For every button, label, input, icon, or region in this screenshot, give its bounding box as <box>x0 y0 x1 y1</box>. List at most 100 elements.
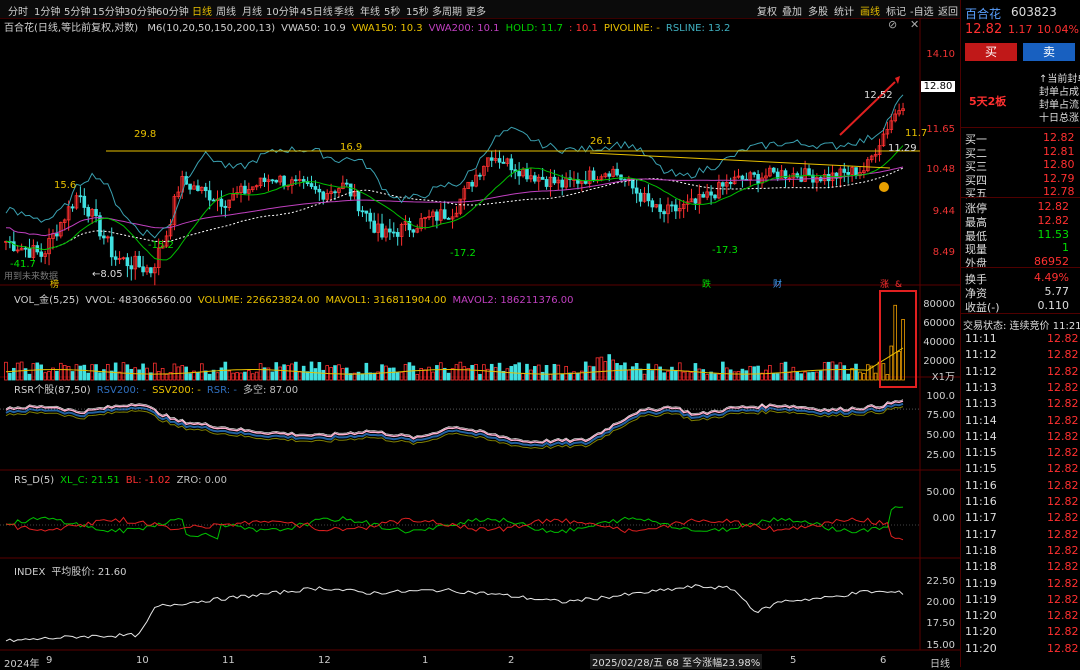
timeframe-6[interactable]: 日线 <box>192 3 212 18</box>
timeframe-3[interactable]: 15分钟 <box>92 3 125 18</box>
legend-item: RSLINE: 13.2 <box>665 23 731 34</box>
toolbar-item-1[interactable]: 叠加 <box>782 3 802 18</box>
tick-time: 11:19 <box>965 576 997 590</box>
candle-body <box>701 194 706 198</box>
toolbar-item-7[interactable]: 返回 <box>938 3 958 18</box>
toolbar-item-5[interactable]: 标记 <box>886 3 906 18</box>
x-axis-label: 2024年 <box>4 659 40 670</box>
volume-bar <box>305 371 310 381</box>
candle-body <box>442 209 447 219</box>
legend-item: RSV200: - <box>96 385 147 396</box>
volume-bar <box>529 369 533 381</box>
candle-body <box>109 236 114 258</box>
timeframe-15[interactable]: 多周期 <box>432 3 462 18</box>
candle-body <box>525 169 529 180</box>
timeframe-8[interactable]: 月线 <box>242 3 262 18</box>
legend-item: BL: -1.02 <box>125 475 171 486</box>
timeframe-16[interactable]: 更多 <box>466 3 486 18</box>
volume-bar <box>301 365 306 381</box>
volume-bar <box>282 364 286 381</box>
main-legend: 百合花(日线,等比前复权,对数) M6(10,20,50,150,200,13)… <box>4 19 742 34</box>
close-icon[interactable]: ✕ <box>910 18 919 31</box>
volume-bar <box>243 371 247 381</box>
toolbar-item-4[interactable]: 画线 <box>860 3 880 18</box>
volume-bar <box>607 354 612 381</box>
timeframe-5[interactable]: 60分钟 <box>156 3 189 18</box>
volume-bar <box>66 366 71 381</box>
candle-body <box>646 193 651 202</box>
candle-body <box>348 183 353 197</box>
timeframe-7[interactable]: 周线 <box>216 3 236 18</box>
timeframe-14[interactable]: 15秒 <box>406 3 429 18</box>
volume-bar <box>235 372 239 381</box>
x-axis-label: 2 <box>508 655 515 666</box>
tick-time: 11:16 <box>965 478 997 492</box>
tick-time: 11:12 <box>965 348 997 362</box>
event-marker: & <box>895 280 902 290</box>
volume-bar <box>223 361 228 381</box>
candle-body <box>137 255 141 268</box>
trend-line <box>589 152 891 169</box>
volume-bar <box>215 372 220 381</box>
timeframe-2[interactable]: 5分钟 <box>64 3 90 18</box>
candle-body <box>23 247 28 250</box>
tick-time: 11:14 <box>965 429 997 443</box>
candle-body <box>517 171 521 177</box>
volume-bar <box>756 365 760 381</box>
candle-body <box>321 191 326 200</box>
x-axis-label: 10 <box>136 655 149 666</box>
rsr-axis-label: 100.0 <box>926 391 955 402</box>
timeframe-1[interactable]: 1分钟 <box>34 3 60 18</box>
volume-bar <box>799 373 803 381</box>
volume-bar <box>685 370 690 381</box>
tick-price: 12.82 <box>1047 495 1079 508</box>
toolbar-item-2[interactable]: 多股 <box>808 3 828 18</box>
tick-time: 11:16 <box>965 495 997 508</box>
candle-body <box>693 198 698 204</box>
tick-price: 12.82 <box>1047 576 1079 590</box>
volume-bar <box>728 369 733 381</box>
volume-bar <box>395 372 400 381</box>
buy-button[interactable]: 买 <box>965 43 1017 61</box>
timeframe-11[interactable]: 季线 <box>334 3 354 18</box>
toolbar-item-3[interactable]: 统计 <box>834 3 854 18</box>
volume-bar <box>278 366 282 381</box>
legend-item: VWA150: 10.3 <box>351 23 423 34</box>
price-annotation: 15.6 <box>54 180 76 191</box>
volume-bar <box>94 364 98 381</box>
legend-item: MAVOL1: 316811904.00 <box>325 295 447 306</box>
volume-bar <box>431 371 435 381</box>
candle-body <box>196 185 200 191</box>
volume-bar <box>98 372 102 381</box>
settings-icon[interactable]: ⊘ <box>888 18 897 31</box>
candle-body <box>540 176 545 180</box>
candle-body <box>728 181 733 185</box>
timeframe-13[interactable]: 5秒 <box>384 3 400 18</box>
candle-body <box>78 195 83 198</box>
tick-price: 12.82 <box>1047 625 1079 639</box>
tick-time: 11:20 <box>965 609 997 623</box>
sell-button[interactable]: 卖 <box>1023 43 1075 61</box>
candle-body <box>756 173 760 184</box>
volume-bar <box>188 373 192 381</box>
volume-bar <box>556 364 561 381</box>
candle-body <box>470 181 474 187</box>
volume-bar <box>591 366 596 381</box>
price-change-pct: 10.04% <box>1037 23 1079 36</box>
timeframe-10[interactable]: 45日线 <box>300 3 333 18</box>
timeframe-12[interactable]: 年线 <box>360 3 380 18</box>
toolbar-item-0[interactable]: 复权 <box>757 3 777 18</box>
timeframe-0[interactable]: 分时 <box>8 3 28 18</box>
volume-bar <box>258 363 263 381</box>
stat-value: 5.77 <box>1044 285 1070 298</box>
volume-bar <box>854 363 858 381</box>
timeframe-4[interactable]: 30分钟 <box>124 3 157 18</box>
volume-bar <box>525 363 529 381</box>
candle-body <box>501 161 506 164</box>
toolbar-item-6[interactable]: -自选 <box>910 3 934 18</box>
volume-bar <box>736 370 741 381</box>
volume-bar <box>826 361 831 381</box>
timeframe-9[interactable]: 10分钟 <box>266 3 299 18</box>
volume-bar <box>11 367 16 381</box>
chart-canvas[interactable]: 29.815.616.926.1-15.2-17.2 -17.3-41.7←8.0… <box>0 18 960 667</box>
